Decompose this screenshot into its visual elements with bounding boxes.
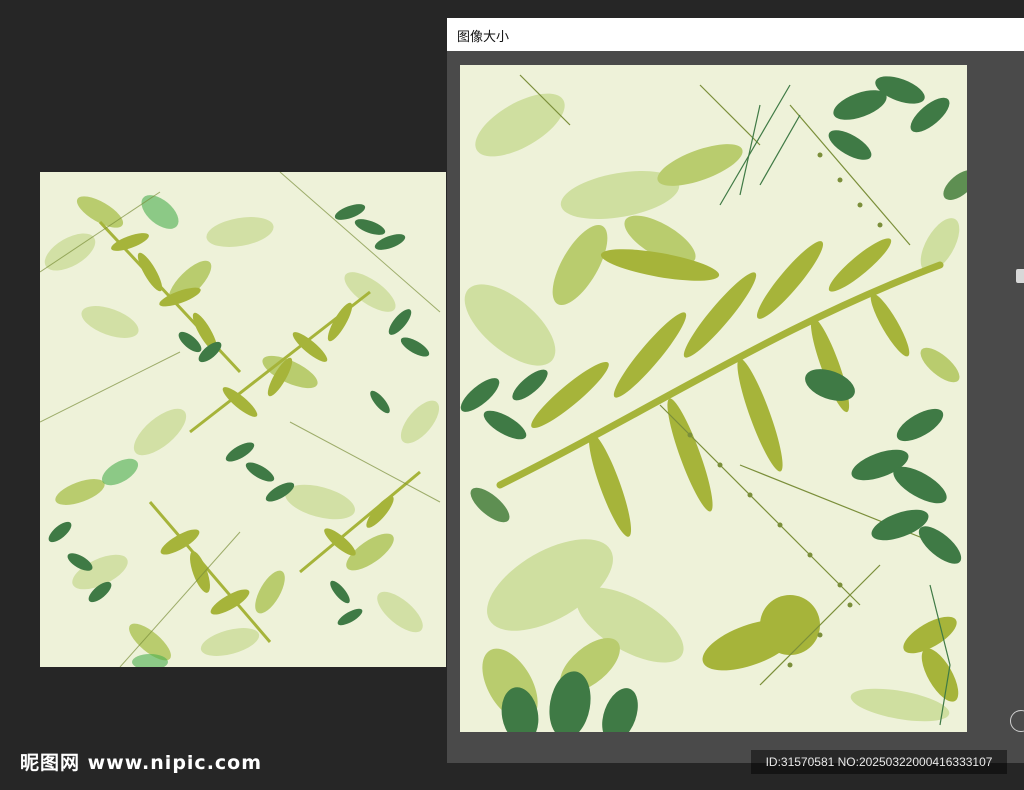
link-toggle-icon[interactable] [1010, 710, 1024, 732]
dialog-titlebar[interactable]: 图像大小 [447, 18, 1024, 51]
document-canvas [40, 172, 446, 667]
panel-collapse-handle[interactable] [1016, 269, 1024, 283]
image-size-dialog: 图像大小 [447, 18, 1024, 763]
dialog-title: 图像大小 [457, 30, 510, 45]
image-preview[interactable] [460, 65, 967, 732]
leaf-pattern-preview [460, 65, 967, 732]
watermark-id: ID:31570581 NO:20250322000416333107 [751, 750, 1007, 774]
watermark-logo: 昵图网 www.nipic.com [20, 752, 263, 774]
leaf-pattern-left [40, 172, 446, 667]
